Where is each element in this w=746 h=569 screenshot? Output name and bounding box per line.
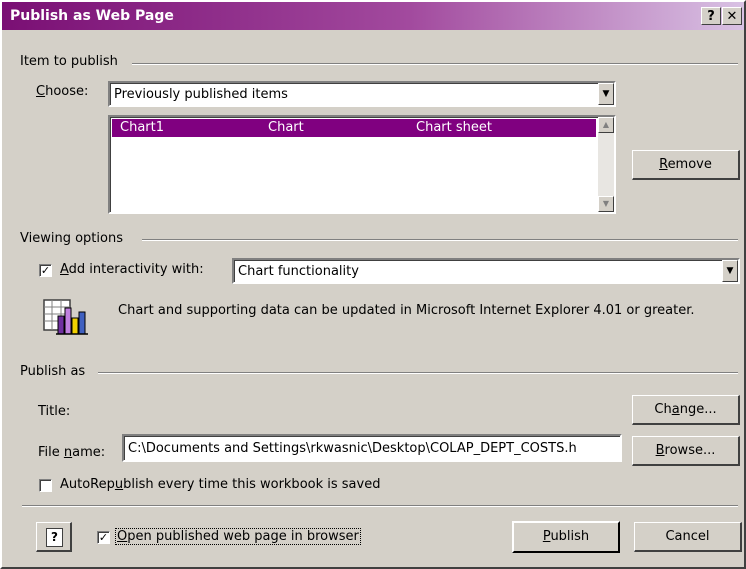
divider [98, 372, 738, 374]
browse-button[interactable]: Browse... [632, 436, 740, 466]
open-in-browser-label: Open published web page in browser [115, 528, 361, 545]
help-button[interactable]: ? [36, 522, 72, 552]
window-title: Publish as Web Page [10, 8, 174, 24]
list-item-name: Chart1 [120, 120, 164, 135]
publish-dialog: Publish as Web Page ? ✕ Item to publish … [0, 0, 746, 569]
choose-select-value: Previously published items [114, 87, 288, 102]
scroll-up-icon[interactable]: ▲ [598, 117, 614, 133]
list-item[interactable]: Chart1 Chart Chart sheet [112, 119, 596, 137]
close-button[interactable]: ✕ [722, 7, 742, 25]
divider [142, 239, 738, 241]
filename-input[interactable]: C:\Documents and Settings\rkwasnic\Deskt… [122, 434, 622, 462]
viewing-group-title: Viewing options [20, 231, 131, 246]
interactivity-select[interactable]: Chart functionality ▼ [232, 258, 740, 284]
interactivity-label: Add interactivity with: [60, 262, 204, 277]
change-title-button[interactable]: Change... [632, 395, 740, 425]
autorepublish-label: AutoRepublish every time this workbook i… [60, 477, 381, 492]
question-icon: ? [46, 528, 63, 547]
help-title-button[interactable]: ? [701, 7, 721, 25]
close-icon: ✕ [726, 9, 738, 24]
publish-button[interactable]: Publish [512, 521, 620, 553]
open-in-browser-checkbox[interactable]: ✓ [97, 531, 110, 544]
interactivity-checkbox[interactable]: ✓ [39, 264, 52, 277]
scroll-down-icon[interactable]: ▼ [598, 196, 614, 212]
remove-button[interactable]: Remove [632, 150, 740, 180]
title-label: Title: [38, 404, 71, 419]
title-bar: Publish as Web Page ? ✕ [2, 2, 744, 30]
choose-select[interactable]: Previously published items ▼ [108, 81, 616, 107]
filename-input-value: C:\Documents and Settings\rkwasnic\Deskt… [128, 441, 577, 456]
list-item-type: Chart [268, 120, 304, 135]
item-group-title: Item to publish [20, 54, 126, 69]
list-scrollbar[interactable]: ▲ ▼ [598, 117, 614, 212]
interactivity-info-text: Chart and supporting data can be updated… [118, 303, 695, 318]
publish-group-title: Publish as [20, 364, 94, 379]
chevron-down-icon[interactable]: ▼ [598, 83, 614, 105]
choose-label: Choose: [36, 84, 89, 99]
divider [22, 505, 738, 507]
list-item-location: Chart sheet [416, 120, 492, 135]
chevron-down-icon[interactable]: ▼ [722, 260, 738, 282]
divider [132, 63, 738, 65]
published-items-list[interactable]: Chart1 Chart Chart sheet ▲ ▼ [108, 115, 616, 214]
chart-icon [42, 298, 94, 338]
interactivity-select-value: Chart functionality [238, 264, 359, 279]
filename-label: File name: [38, 445, 106, 460]
cancel-button[interactable]: Cancel [634, 522, 742, 552]
autorepublish-checkbox[interactable] [39, 479, 52, 492]
